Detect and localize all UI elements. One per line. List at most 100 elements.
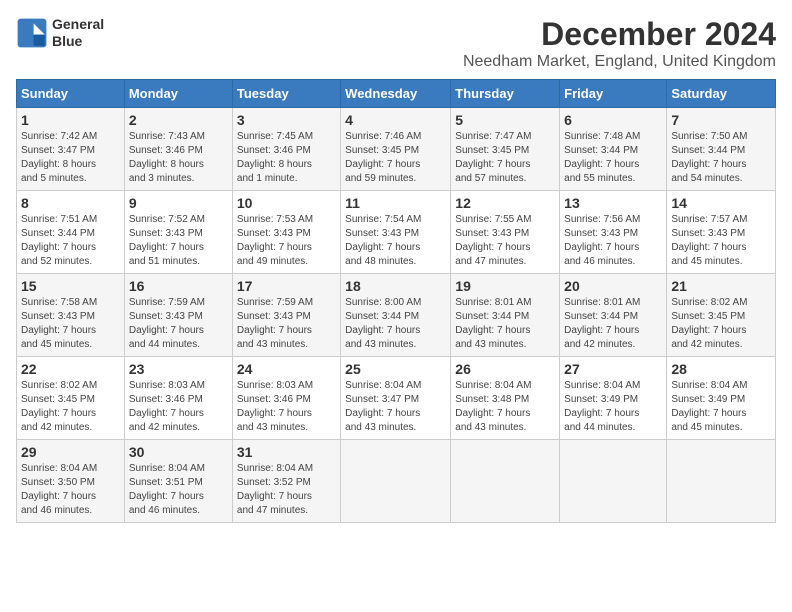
calendar-cell [341,440,451,523]
weekday-header-sunday: Sunday [17,80,125,108]
weekday-header-tuesday: Tuesday [232,80,340,108]
day-number: 18 [345,278,446,294]
day-number: 23 [129,361,228,377]
day-number: 4 [345,112,446,128]
month-title: December 2024 [463,16,776,53]
calendar-cell: 4 Sunrise: 7:46 AM Sunset: 3:45 PM Daylig… [341,108,451,191]
day-info: Sunrise: 7:43 AM Sunset: 3:46 PM Dayligh… [129,130,228,186]
day-info: Sunrise: 8:04 AM Sunset: 3:47 PM Dayligh… [345,379,446,435]
calendar-cell: 22 Sunrise: 8:02 AM Sunset: 3:45 PM Dayli… [17,357,125,440]
day-info: Sunrise: 8:00 AM Sunset: 3:44 PM Dayligh… [345,296,446,352]
calendar-cell: 30Sunrise: 8:04 AM Sunset: 3:51 PM Dayli… [124,440,232,523]
calendar-cell: 19Sunrise: 8:01 AM Sunset: 3:44 PM Dayli… [451,274,560,357]
calendar-cell: 18 Sunrise: 8:00 AM Sunset: 3:44 PM Dayli… [341,274,451,357]
day-info: Sunrise: 7:55 AM Sunset: 3:43 PM Dayligh… [455,213,555,269]
calendar-cell: 15Sunrise: 7:58 AM Sunset: 3:43 PM Dayli… [17,274,125,357]
calendar-cell: 8 Sunrise: 7:51 AM Sunset: 3:44 PM Daylig… [17,191,125,274]
day-number: 3 [237,112,336,128]
calendar-cell: 28 Sunrise: 8:04 AM Sunset: 3:49 PM Dayli… [667,357,776,440]
day-info: Sunrise: 7:59 AM Sunset: 3:43 PM Dayligh… [129,296,228,352]
calendar-cell: 23 Sunrise: 8:03 AM Sunset: 3:46 PM Dayli… [124,357,232,440]
calendar-week-row: 15Sunrise: 7:58 AM Sunset: 3:43 PM Dayli… [17,274,776,357]
day-number: 27 [564,361,662,377]
day-number: 22 [21,361,120,377]
day-number: 6 [564,112,662,128]
calendar-cell: 13 Sunrise: 7:56 AM Sunset: 3:43 PM Dayli… [560,191,667,274]
day-number: 31 [237,444,336,460]
calendar-cell: 31 Sunrise: 8:04 AM Sunset: 3:52 PM Dayli… [232,440,340,523]
day-info: Sunrise: 8:03 AM Sunset: 3:46 PM Dayligh… [237,379,336,435]
calendar-cell: 21 Sunrise: 8:02 AM Sunset: 3:45 PM Dayli… [667,274,776,357]
weekday-header-thursday: Thursday [451,80,560,108]
day-info: Sunrise: 7:56 AM Sunset: 3:43 PM Dayligh… [564,213,662,269]
calendar-cell: 3Sunrise: 7:45 AM Sunset: 3:46 PM Daylig… [232,108,340,191]
day-info: Sunrise: 7:59 AM Sunset: 3:43 PM Dayligh… [237,296,336,352]
day-number: 25 [345,361,446,377]
day-info: Sunrise: 7:42 AM Sunset: 3:47 PM Dayligh… [21,130,120,186]
day-info: Sunrise: 7:48 AM Sunset: 3:44 PM Dayligh… [564,130,662,186]
day-info: Sunrise: 7:50 AM Sunset: 3:44 PM Dayligh… [671,130,771,186]
calendar-cell: 5Sunrise: 7:47 AM Sunset: 3:45 PM Daylig… [451,108,560,191]
calendar-cell: 14Sunrise: 7:57 AM Sunset: 3:43 PM Dayli… [667,191,776,274]
day-number: 13 [564,195,662,211]
location-title: Needham Market, England, United Kingdom [463,53,776,71]
calendar-cell: 9 Sunrise: 7:52 AM Sunset: 3:43 PM Daylig… [124,191,232,274]
day-info: Sunrise: 7:51 AM Sunset: 3:44 PM Dayligh… [21,213,120,269]
day-info: Sunrise: 8:02 AM Sunset: 3:45 PM Dayligh… [21,379,120,435]
calendar-cell: 29Sunrise: 8:04 AM Sunset: 3:50 PM Dayli… [17,440,125,523]
calendar-cell [451,440,560,523]
day-info: Sunrise: 8:04 AM Sunset: 3:49 PM Dayligh… [671,379,771,435]
calendar-cell: 27 Sunrise: 8:04 AM Sunset: 3:49 PM Dayli… [560,357,667,440]
day-info: Sunrise: 8:03 AM Sunset: 3:46 PM Dayligh… [129,379,228,435]
day-number: 1 [21,112,120,128]
calendar-cell: 16 Sunrise: 7:59 AM Sunset: 3:43 PM Dayli… [124,274,232,357]
day-info: Sunrise: 8:01 AM Sunset: 3:44 PM Dayligh… [455,296,555,352]
calendar-week-row: 1 Sunrise: 7:42 AM Sunset: 3:47 PM Daylig… [17,108,776,191]
calendar-cell: 10Sunrise: 7:53 AM Sunset: 3:43 PM Dayli… [232,191,340,274]
day-number: 9 [129,195,228,211]
logo-icon [16,17,48,49]
calendar-cell: 17 Sunrise: 7:59 AM Sunset: 3:43 PM Dayli… [232,274,340,357]
logo: General Blue [16,16,104,50]
calendar-table: SundayMondayTuesdayWednesdayThursdayFrid… [16,79,776,523]
day-number: 17 [237,278,336,294]
calendar-week-row: 8 Sunrise: 7:51 AM Sunset: 3:44 PM Daylig… [17,191,776,274]
day-number: 21 [671,278,771,294]
day-info: Sunrise: 7:54 AM Sunset: 3:43 PM Dayligh… [345,213,446,269]
day-info: Sunrise: 7:52 AM Sunset: 3:43 PM Dayligh… [129,213,228,269]
calendar-cell: 25 Sunrise: 8:04 AM Sunset: 3:47 PM Dayli… [341,357,451,440]
calendar-cell [560,440,667,523]
day-number: 8 [21,195,120,211]
day-number: 16 [129,278,228,294]
day-info: Sunrise: 7:57 AM Sunset: 3:43 PM Dayligh… [671,213,771,269]
calendar-cell [667,440,776,523]
calendar-cell: 2 Sunrise: 7:43 AM Sunset: 3:46 PM Daylig… [124,108,232,191]
day-number: 20 [564,278,662,294]
day-number: 26 [455,361,555,377]
day-info: Sunrise: 8:04 AM Sunset: 3:49 PM Dayligh… [564,379,662,435]
day-info: Sunrise: 8:02 AM Sunset: 3:45 PM Dayligh… [671,296,771,352]
day-number: 5 [455,112,555,128]
day-info: Sunrise: 7:58 AM Sunset: 3:43 PM Dayligh… [21,296,120,352]
title-section: December 2024 Needham Market, England, U… [463,16,776,71]
calendar-cell: 7 Sunrise: 7:50 AM Sunset: 3:44 PM Daylig… [667,108,776,191]
day-info: Sunrise: 8:01 AM Sunset: 3:44 PM Dayligh… [564,296,662,352]
day-info: Sunrise: 8:04 AM Sunset: 3:51 PM Dayligh… [129,462,228,518]
calendar-cell: 12 Sunrise: 7:55 AM Sunset: 3:43 PM Dayli… [451,191,560,274]
weekday-header-saturday: Saturday [667,80,776,108]
day-number: 7 [671,112,771,128]
calendar-week-row: 22 Sunrise: 8:02 AM Sunset: 3:45 PM Dayli… [17,357,776,440]
day-number: 24 [237,361,336,377]
calendar-cell: 1 Sunrise: 7:42 AM Sunset: 3:47 PM Daylig… [17,108,125,191]
page-header: General Blue December 2024 Needham Marke… [16,16,776,71]
day-info: Sunrise: 8:04 AM Sunset: 3:52 PM Dayligh… [237,462,336,518]
day-number: 2 [129,112,228,128]
calendar-cell: 24 Sunrise: 8:03 AM Sunset: 3:46 PM Dayli… [232,357,340,440]
day-number: 12 [455,195,555,211]
day-info: Sunrise: 7:53 AM Sunset: 3:43 PM Dayligh… [237,213,336,269]
calendar-week-row: 29Sunrise: 8:04 AM Sunset: 3:50 PM Dayli… [17,440,776,523]
day-number: 28 [671,361,771,377]
day-info: Sunrise: 8:04 AM Sunset: 3:48 PM Dayligh… [455,379,555,435]
day-info: Sunrise: 7:46 AM Sunset: 3:45 PM Dayligh… [345,130,446,186]
calendar-cell: 26 Sunrise: 8:04 AM Sunset: 3:48 PM Dayli… [451,357,560,440]
